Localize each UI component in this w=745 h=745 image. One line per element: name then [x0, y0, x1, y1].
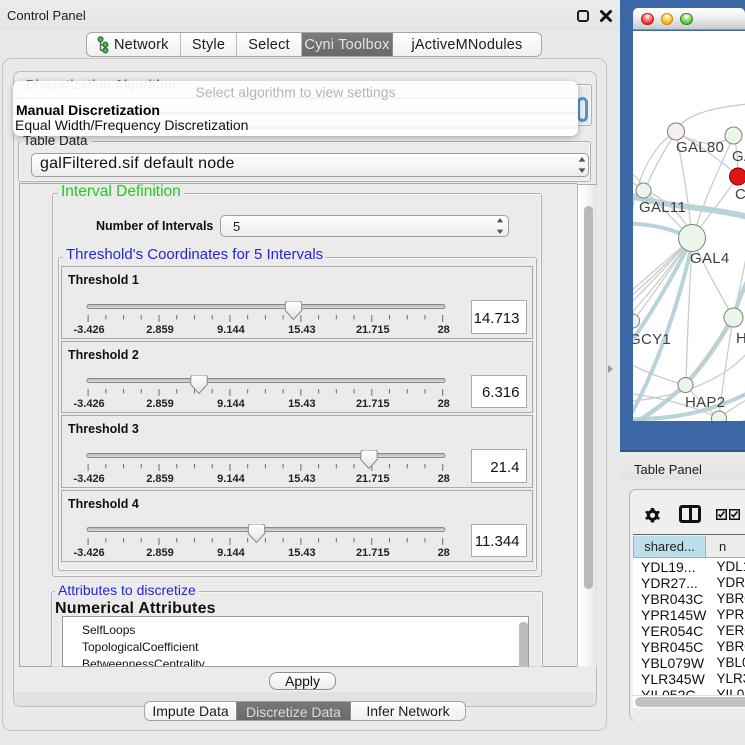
- svg-text:GAL11: GAL11: [639, 199, 686, 216]
- svg-text:GCY1: GCY1: [629, 331, 671, 348]
- svg-text:HAP2: HAP2: [685, 394, 725, 411]
- svg-text:GA: GA: [732, 148, 745, 165]
- svg-text:H: H: [736, 330, 745, 347]
- svg-text:C: C: [735, 186, 745, 203]
- svg-text:GAL4: GAL4: [690, 250, 730, 267]
- svg-text:GAL80: GAL80: [676, 139, 724, 156]
